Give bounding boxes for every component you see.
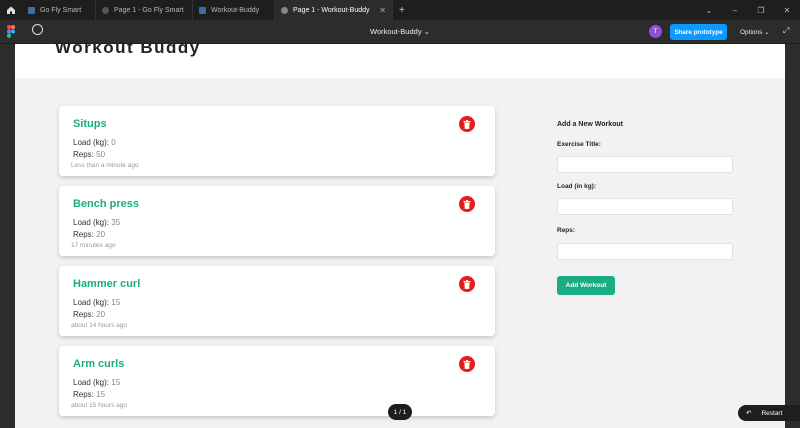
tab-label: Go Fly Smart: [40, 6, 82, 14]
workout-reps: Reps: 20: [73, 230, 106, 239]
app-title[interactable]: Workout Buddy: [55, 44, 201, 58]
chevron-down-icon: ⌄: [423, 27, 430, 36]
workout-load: Load (kg): 15: [73, 378, 121, 387]
form-heading: Add a New Workout: [557, 121, 623, 128]
file-name: Workout-Buddy: [370, 27, 422, 36]
workout-timestamp: Less than a minute ago: [71, 162, 139, 169]
workout-title: Hammer curl: [73, 278, 141, 290]
tab-go-fly-smart[interactable]: Go Fly Smart: [22, 0, 96, 20]
tab-label: Workout-Buddy: [211, 6, 260, 14]
trash-icon: [463, 119, 471, 129]
tab-bar: Go Fly Smart Page 1 - Go Fly Smart Worko…: [0, 0, 800, 20]
avatar[interactable]: T: [649, 25, 662, 38]
prototype-frame: Workout Buddy Situps Load (kg): 0 Reps: …: [15, 44, 785, 428]
add-workout-button[interactable]: Add Workout: [557, 276, 615, 295]
reps-label: Reps:: [557, 227, 576, 234]
workout-timestamp: 17 minutes ago: [71, 242, 116, 249]
trash-icon: [463, 359, 471, 369]
workout-card: Hammer curl Load (kg): 15 Reps: 20 about…: [59, 266, 495, 336]
trash-icon: [463, 199, 471, 209]
workout-card: Bench press Load (kg): 35 Reps: 20 17 mi…: [59, 186, 495, 256]
workout-load: Load (kg): 0: [73, 138, 116, 147]
restore-icon[interactable]: ❐: [748, 6, 774, 15]
workout-load: Load (kg): 15: [73, 298, 121, 307]
tab-label: Page 1 - Go Fly Smart: [114, 6, 184, 14]
workout-title: Bench press: [73, 198, 140, 210]
page-indicator[interactable]: 1 / 1: [388, 404, 412, 420]
workout-reps: Reps: 15: [73, 390, 106, 399]
prototype-canvas: Workout Buddy Situps Load (kg): 0 Reps: …: [0, 44, 800, 428]
tab-page1-go-fly-smart[interactable]: Page 1 - Go Fly Smart: [96, 0, 193, 20]
workout-card: Situps Load (kg): 0 Reps: 50 Less than a…: [59, 106, 495, 176]
delete-button[interactable]: [459, 196, 475, 212]
exercise-title-input[interactable]: [557, 156, 733, 173]
options-menu[interactable]: Options ⌄: [740, 28, 770, 36]
delete-button[interactable]: [459, 356, 475, 372]
load-input[interactable]: [557, 198, 733, 215]
window-controls: ⌄ – ❐ ✕: [696, 0, 800, 20]
share-prototype-button[interactable]: Share prototype: [670, 24, 727, 40]
workout-timestamp: about 15 hours ago: [71, 402, 128, 409]
restart-icon: ↶: [746, 410, 752, 417]
app-header: Workout Buddy: [15, 44, 785, 78]
close-window-icon[interactable]: ✕: [774, 6, 800, 15]
exercise-title-label: Exercise Title:: [557, 141, 601, 148]
new-tab-icon[interactable]: +: [399, 5, 405, 16]
workout-card: Arm curls Load (kg): 15 Reps: 15 about 1…: [59, 346, 495, 416]
workout-reps: Reps: 50: [73, 150, 106, 159]
workout-reps: Reps: 20: [73, 310, 106, 319]
workout-load: Load (kg): 35: [73, 218, 121, 227]
trash-icon: [463, 279, 471, 289]
tab-workout-buddy[interactable]: Workout-Buddy: [193, 0, 275, 20]
restart-label: Restart: [761, 409, 783, 417]
chevron-down-icon: ⌄: [764, 29, 770, 36]
restart-button[interactable]: ↶ Restart: [738, 405, 800, 421]
play-icon: [281, 6, 288, 14]
delete-button[interactable]: [459, 116, 475, 132]
workout-title: Situps: [73, 118, 107, 130]
close-tab-icon[interactable]: ✕: [379, 6, 386, 15]
workout-title: Arm curls: [73, 358, 125, 370]
expand-icon[interactable]: ⤢: [783, 26, 789, 36]
workout-timestamp: about 14 hours ago: [71, 322, 128, 329]
figma-file-icon: [199, 6, 206, 14]
chevron-down-icon[interactable]: ⌄: [696, 6, 722, 15]
tab-page1-workout-buddy[interactable]: Page 1 - Workout-Buddy ✕: [275, 0, 393, 20]
home-icon[interactable]: [0, 0, 22, 20]
reps-input[interactable]: [557, 243, 733, 260]
prototype-toolbar: Workout-Buddy ⌄ T Share prototype Option…: [0, 20, 800, 44]
minimize-icon[interactable]: –: [722, 6, 748, 15]
figma-file-icon: [28, 6, 35, 14]
delete-button[interactable]: [459, 276, 475, 292]
options-label: Options: [740, 29, 763, 36]
prototype-icon: [102, 6, 109, 14]
tab-label: Page 1 - Workout-Buddy: [293, 6, 370, 14]
load-label: Load (in kg):: [557, 183, 596, 190]
